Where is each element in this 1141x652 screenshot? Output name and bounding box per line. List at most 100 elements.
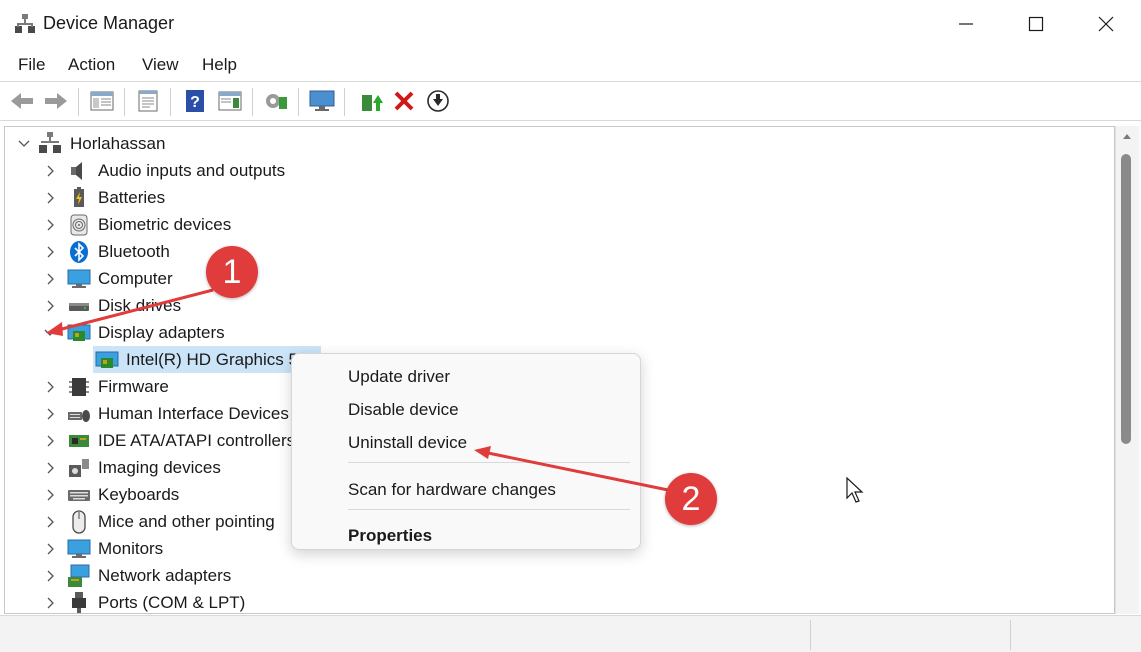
port-icon	[72, 592, 86, 613]
network-adapter-icon	[68, 564, 90, 587]
minimize-icon	[959, 23, 973, 25]
annotation-badge-2: 2	[665, 473, 717, 525]
chevron-right-icon[interactable]	[43, 434, 57, 448]
scan-hardware-icon	[266, 94, 287, 109]
tree-item-label: Network adapters	[98, 566, 232, 585]
tree-item-label: Ports (COM & LPT)	[98, 593, 246, 612]
ctx-uninstall-device[interactable]: Uninstall device	[348, 433, 467, 453]
update-driver-button[interactable]	[357, 87, 385, 115]
fingerprint-icon	[70, 214, 88, 236]
chevron-down-icon[interactable]	[43, 326, 57, 340]
window-title: Device Manager	[43, 13, 175, 33]
tree-item-label: Keyboards	[98, 485, 180, 504]
help-icon: ?	[186, 90, 204, 112]
menu-help[interactable]: Help	[202, 55, 237, 75]
disk-drive-icon	[69, 303, 89, 311]
forward-icon	[45, 93, 67, 109]
toolbar-separator	[78, 88, 79, 116]
download-button[interactable]	[424, 87, 452, 115]
chevron-right-icon[interactable]	[43, 488, 57, 502]
chevron-right-icon[interactable]	[43, 191, 57, 205]
toolbar-separator	[124, 88, 125, 116]
scroll-up-icon[interactable]	[1122, 132, 1132, 140]
chevron-down-icon[interactable]	[17, 137, 31, 151]
chevron-right-icon[interactable]	[43, 218, 57, 232]
chevron-right-icon[interactable]	[43, 461, 57, 475]
keyboard-icon	[68, 490, 90, 501]
speaker-icon	[71, 162, 82, 180]
ctx-separator	[348, 462, 630, 463]
back-button[interactable]	[8, 87, 36, 115]
minimize-button[interactable]	[931, 0, 1001, 48]
back-icon	[11, 93, 33, 109]
properties-icon	[138, 90, 158, 112]
mouse-cursor-icon	[846, 476, 864, 503]
monitor-button[interactable]	[308, 87, 336, 115]
display-adapter-icon	[67, 324, 91, 341]
maximize-button[interactable]	[1001, 0, 1071, 48]
display-adapter-icon	[95, 351, 119, 368]
tree-item-label: IDE ATA/ATAPI controllers	[98, 431, 296, 450]
properties-button[interactable]	[134, 87, 162, 115]
close-button[interactable]	[1071, 0, 1141, 48]
chevron-right-icon[interactable]	[43, 299, 57, 313]
toolbar: ?	[0, 81, 1141, 121]
tree-item-label: Firmware	[98, 377, 169, 396]
chevron-right-icon[interactable]	[43, 569, 57, 583]
uninstall-button[interactable]	[390, 87, 418, 115]
toolbar-separator	[252, 88, 253, 116]
camera-icon	[69, 459, 89, 477]
tree-item-label: Batteries	[98, 188, 166, 207]
mouse-icon	[72, 510, 86, 534]
ide-controller-icon	[69, 435, 89, 447]
computer-tree-root-icon	[39, 132, 61, 153]
device-manager-icon	[15, 14, 35, 33]
chevron-right-icon[interactable]	[43, 515, 57, 529]
ctx-properties[interactable]: Properties	[348, 526, 432, 546]
menu-bar: File Action View Help	[0, 48, 1141, 81]
chevron-right-icon[interactable]	[43, 272, 57, 286]
chevron-right-icon[interactable]	[43, 407, 57, 421]
show-hide-console-tree-icon	[90, 91, 114, 111]
tree-item-label: Computer	[98, 269, 173, 288]
monitor-icon	[67, 539, 91, 558]
toolbar-separator	[344, 88, 345, 116]
update-driver-icon	[362, 95, 383, 111]
action-pane-button[interactable]	[216, 87, 244, 115]
tree-item-label: Display adapters	[98, 323, 225, 342]
tree-item-label: Human Interface Devices	[98, 404, 289, 423]
close-icon	[1098, 16, 1114, 32]
status-divider	[1010, 620, 1011, 650]
uninstall-icon	[394, 91, 414, 111]
forward-button[interactable]	[42, 87, 70, 115]
tree-item-label: Monitors	[98, 539, 164, 558]
help-button[interactable]: ?	[181, 87, 209, 115]
chevron-right-icon[interactable]	[43, 542, 57, 556]
firmware-icon	[69, 378, 89, 396]
chevron-right-icon[interactable]	[43, 596, 57, 610]
tree-item-label: Audio inputs and outputs	[98, 161, 286, 180]
ctx-scan-hardware[interactable]: Scan for hardware changes	[348, 480, 556, 500]
tree-root-label[interactable]: Horlahassan	[70, 134, 165, 154]
ctx-update-driver[interactable]: Update driver	[348, 367, 450, 387]
svg-text:?: ?	[190, 94, 200, 111]
annotation-badge-1: 1	[206, 246, 258, 298]
menu-action[interactable]: Action	[68, 55, 115, 75]
vertical-scrollbar[interactable]	[1115, 126, 1139, 614]
chevron-right-icon[interactable]	[43, 380, 57, 394]
chevron-right-icon[interactable]	[43, 164, 57, 178]
ctx-disable-device[interactable]: Disable device	[348, 400, 459, 420]
context-menu: Update driver Disable device Uninstall d…	[291, 353, 641, 550]
tree-item-label: Biometric devices	[98, 215, 232, 234]
menu-file[interactable]: File	[18, 55, 45, 75]
console-tree-button[interactable]	[88, 87, 116, 115]
scroll-thumb[interactable]	[1121, 154, 1131, 444]
ctx-separator	[348, 509, 630, 510]
scan-hardware-button[interactable]	[262, 87, 290, 115]
tree-item-label: Imaging devices	[98, 458, 221, 477]
action-pane-icon	[218, 91, 242, 111]
download-icon	[427, 90, 449, 112]
chevron-right-icon[interactable]	[43, 245, 57, 259]
tree-item-label: Intel(R) HD Graphics 5	[126, 350, 298, 369]
menu-view[interactable]: View	[142, 55, 179, 75]
